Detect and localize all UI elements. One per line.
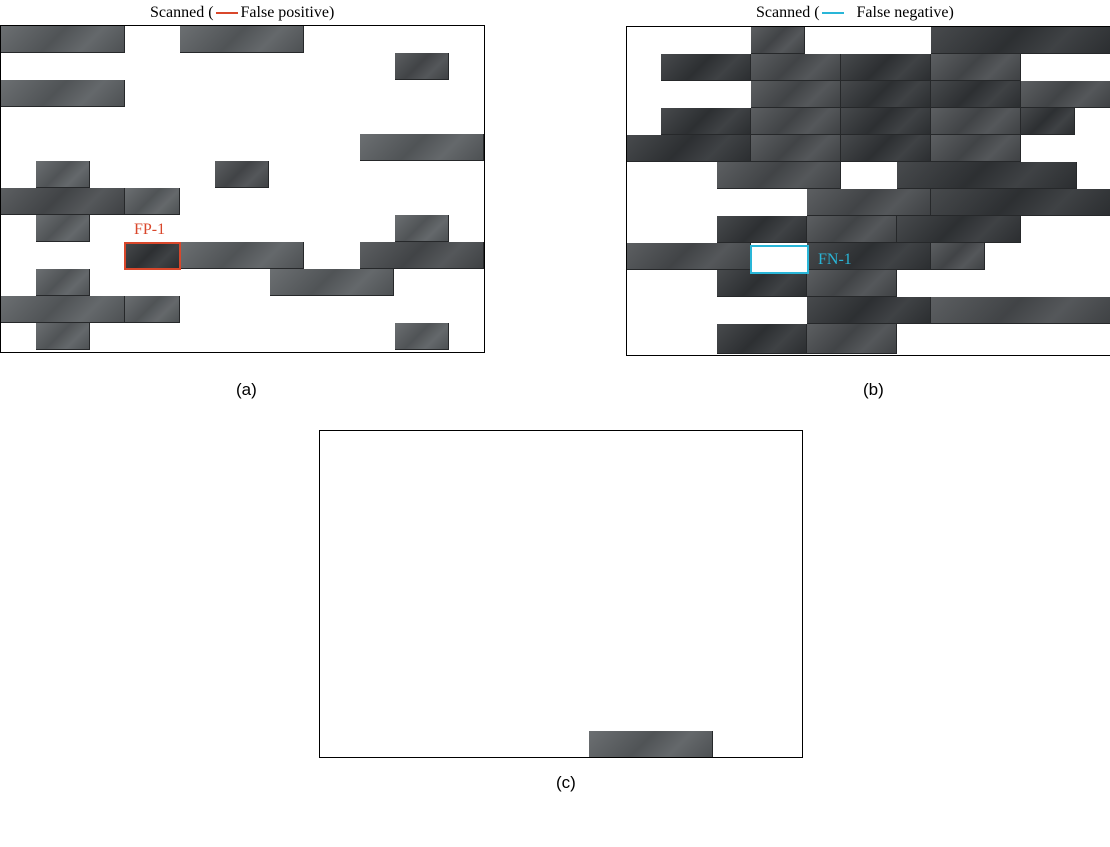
panel-b xyxy=(626,26,1110,356)
legend-a-label: False positive) xyxy=(240,4,335,21)
stone-brick xyxy=(931,297,1110,324)
stone-brick xyxy=(841,81,931,108)
stone-brick xyxy=(1,26,125,53)
false-negative-tag: FN-1 xyxy=(818,251,852,268)
panel-c xyxy=(319,430,803,758)
legend-b-prefix: Scanned ( xyxy=(756,4,820,21)
stone-brick xyxy=(627,243,751,270)
stone-brick xyxy=(717,270,807,297)
stone-brick xyxy=(751,108,841,135)
false-negative-box xyxy=(750,245,809,274)
stone-brick xyxy=(1,188,125,215)
stone-brick xyxy=(589,731,713,757)
stone-brick xyxy=(661,54,751,81)
stone-brick xyxy=(1021,108,1075,135)
stone-brick xyxy=(36,215,90,242)
stone-brick xyxy=(807,216,897,243)
stone-brick xyxy=(751,135,841,162)
stone-brick xyxy=(751,27,805,54)
stone-brick xyxy=(1021,81,1110,108)
stone-brick xyxy=(36,269,90,296)
stone-brick xyxy=(717,162,841,189)
stone-brick xyxy=(395,215,449,242)
false-positive-box xyxy=(124,242,181,270)
stone-brick xyxy=(395,323,449,350)
stone-brick xyxy=(717,216,807,243)
legend-a: Scanned ( False positive) xyxy=(150,4,334,22)
false-positive-tag: FP-1 xyxy=(134,221,166,238)
stone-brick xyxy=(627,135,751,162)
stone-brick xyxy=(807,324,897,354)
stone-brick xyxy=(125,188,180,215)
false-positive-line-icon xyxy=(215,12,238,15)
stone-brick xyxy=(897,162,1077,189)
stone-brick xyxy=(1,296,125,323)
stone-brick xyxy=(395,53,449,80)
stone-brick xyxy=(360,242,484,269)
stone-brick xyxy=(807,297,931,324)
stone-brick xyxy=(215,161,269,188)
false-negative-line-icon xyxy=(821,12,844,15)
stone-brick xyxy=(897,216,1021,243)
stone-brick xyxy=(36,161,90,188)
panel-a xyxy=(0,25,485,353)
stone-brick xyxy=(717,324,807,354)
stone-brick xyxy=(180,242,304,269)
caption-b: (b) xyxy=(863,380,884,399)
stone-brick xyxy=(841,135,931,162)
caption-c: (c) xyxy=(556,773,576,792)
stone-brick xyxy=(931,189,1110,216)
stone-brick xyxy=(807,189,931,216)
stone-brick xyxy=(807,270,897,297)
stone-brick xyxy=(931,135,1021,162)
stone-brick xyxy=(751,54,841,81)
stone-brick xyxy=(125,296,180,323)
caption-a: (a) xyxy=(236,380,257,399)
legend-a-prefix: Scanned ( xyxy=(150,4,214,21)
stone-brick xyxy=(180,26,304,53)
legend-b: Scanned ( False negative) xyxy=(756,4,954,22)
stone-brick xyxy=(841,54,931,81)
stone-brick xyxy=(36,323,90,350)
stone-brick xyxy=(931,27,1110,54)
stone-brick xyxy=(270,269,394,296)
stone-brick xyxy=(360,134,484,161)
stone-brick xyxy=(931,243,985,270)
stone-brick xyxy=(931,81,1021,108)
stone-brick xyxy=(661,108,751,135)
stone-brick xyxy=(751,81,841,108)
legend-b-label: False negative) xyxy=(856,4,954,21)
stone-brick xyxy=(1,80,125,107)
stone-brick xyxy=(931,54,1021,81)
stone-brick xyxy=(841,108,931,135)
stone-brick xyxy=(931,108,1021,135)
